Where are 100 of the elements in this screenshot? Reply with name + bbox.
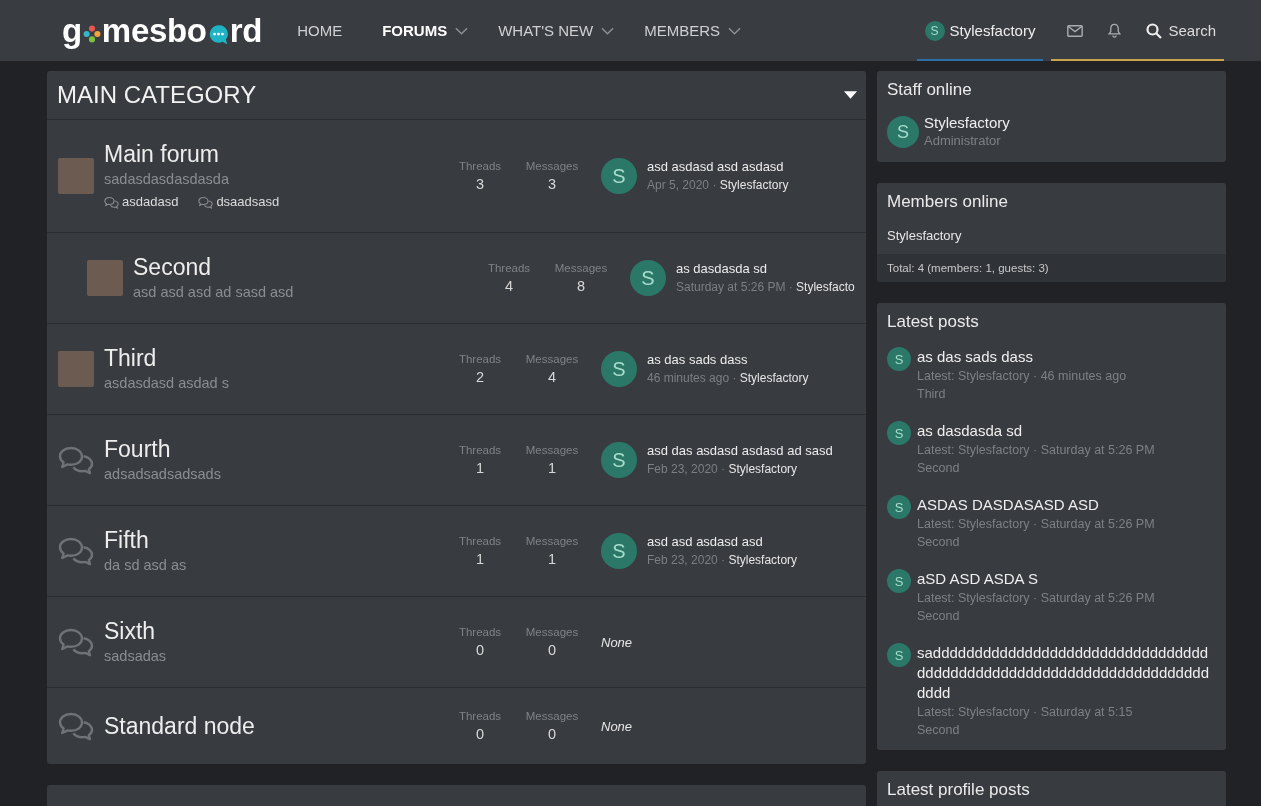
- user-avatar: S: [887, 643, 911, 667]
- post-title-link[interactable]: as das sads dass: [917, 347, 1033, 367]
- user-avatar: S: [924, 20, 945, 41]
- photo-placeholder: [58, 351, 94, 387]
- stat-label: Threads: [458, 159, 502, 174]
- user-avatar: S: [601, 533, 637, 569]
- stat-value: 3: [475, 175, 485, 194]
- stat-label: Messages: [525, 159, 579, 174]
- chat-bubbles-icon: [58, 536, 94, 566]
- stat-value: 1: [547, 550, 557, 569]
- stat-label: Messages: [525, 443, 579, 458]
- user-menu[interactable]: S Stylesfactory: [916, 0, 1044, 61]
- stat-label: Threads: [487, 261, 531, 276]
- stat-value: 0: [475, 725, 485, 744]
- envelope-icon: [1067, 24, 1084, 37]
- user-avatar: S: [887, 421, 911, 445]
- stat-value: 1: [547, 459, 557, 478]
- search-button[interactable]: Search: [1134, 22, 1216, 39]
- author-link[interactable]: Stylesfacto: [796, 280, 855, 294]
- last-post-title[interactable]: as das sads dass: [647, 351, 748, 369]
- last-post-meta: Feb 23, 2020 · Stylesfactory: [647, 461, 798, 478]
- stat-label: Threads: [458, 534, 502, 549]
- bell-icon: [1107, 23, 1123, 38]
- author-link[interactable]: Stylesfactory: [728, 553, 798, 567]
- member-link[interactable]: Stylesfactory: [924, 113, 1010, 132]
- logo-text: rd: [229, 14, 263, 47]
- post-meta: Latest: Stylesfactory · Saturday at 5:26 PM: [917, 590, 1155, 607]
- stat-label: Messages: [525, 625, 579, 640]
- forum-title[interactable]: Third: [104, 344, 157, 372]
- stat-label: Threads: [458, 352, 502, 367]
- user-avatar: S: [601, 351, 637, 387]
- last-post-meta: Apr 5, 2020 · Stylesfactory: [647, 177, 789, 194]
- forum-description: sadasdasdasdasda: [104, 170, 229, 189]
- forum-title[interactable]: Fourth: [104, 435, 171, 463]
- panel-title: Latest profile posts: [887, 780, 1030, 799]
- forum-title[interactable]: Standard node: [104, 712, 255, 740]
- last-post-title[interactable]: asd asd asdasd asd: [647, 533, 763, 551]
- stat-value: 0: [475, 641, 485, 660]
- post-title-link[interactable]: aSD ASD ASDA S: [917, 569, 1038, 589]
- last-post-title[interactable]: asd asdasd asd asdasd: [647, 158, 784, 176]
- caret-down-icon[interactable]: [844, 91, 857, 99]
- category-title[interactable]: MAIN CATEGORY: [57, 81, 257, 109]
- post-meta: Latest: Stylesfactory · Saturday at 5:15: [917, 704, 1133, 721]
- stat-label: Messages: [554, 261, 608, 276]
- nav-tab[interactable]: HOME: [297, 0, 368, 61]
- post-meta: Latest: Stylesfactory · 46 minutes ago: [917, 368, 1127, 385]
- stat-value: 1: [475, 550, 485, 569]
- stat-value: 4: [504, 277, 514, 296]
- stat-label: Messages: [525, 534, 579, 549]
- forum-description: adsadsadsadsads: [104, 465, 221, 484]
- chat-bubbles-icon: [198, 195, 214, 209]
- user-avatar: S: [601, 442, 637, 478]
- online-total: Total: 4 (members: 1, guests: 3): [877, 254, 1226, 282]
- post-title-link[interactable]: ASDAS DASDASASD ASD: [917, 495, 1099, 515]
- panel-title: Staff online: [887, 80, 972, 99]
- nav-tab[interactable]: MEMBERS: [629, 0, 757, 61]
- post-title-link[interactable]: as dasdasda sd: [917, 421, 1023, 441]
- chat-bubbles-icon: [104, 195, 119, 209]
- post-meta: Latest: Stylesfactory · Saturday at 5:26 PM: [917, 516, 1155, 533]
- stat-value: 3: [547, 175, 557, 194]
- forum-description: asd asd asd ad sasd asd: [133, 283, 294, 302]
- nav-tab[interactable]: WHAT'S NEW: [483, 0, 630, 61]
- no-last-post: None: [601, 718, 633, 734]
- logo-text: mesbo: [101, 14, 207, 47]
- stat-label: Messages: [525, 709, 579, 724]
- chat-bubble-icon: [207, 23, 229, 45]
- last-post-meta: Saturday at 5:26 PM · Stylesfacto: [676, 279, 855, 296]
- logo-text: g: [62, 14, 82, 47]
- post-title-link[interactable]: sadddddddddddddddddddddddddddddddddddddddddddddddddddddddddddddddddddddddd: [917, 643, 1216, 703]
- member-link[interactable]: Stylesfactory: [887, 227, 962, 245]
- user-avatar: S: [887, 569, 911, 593]
- author-link[interactable]: Stylesfactory: [739, 371, 809, 385]
- author-link[interactable]: Stylesfactory: [728, 462, 798, 476]
- user-avatar: S: [630, 260, 666, 296]
- stat-value: 0: [547, 725, 557, 744]
- forum-description: da sd asd as: [104, 556, 187, 575]
- subforum-link[interactable]: dsaadsasd: [198, 192, 280, 212]
- stat-label: Messages: [525, 352, 579, 367]
- user-avatar: S: [601, 158, 637, 194]
- forum-title[interactable]: Main forum: [104, 140, 220, 168]
- forum-title[interactable]: Second: [133, 253, 211, 281]
- user-avatar: S: [887, 495, 911, 519]
- panel-title: Members online: [887, 192, 1008, 211]
- search-icon: [1146, 22, 1163, 39]
- stat-value: 0: [547, 641, 557, 660]
- forum-description: asdasdasd asdad s: [104, 374, 229, 393]
- forum-title[interactable]: Fifth: [104, 526, 149, 554]
- forum-title[interactable]: Sixth: [104, 617, 156, 645]
- last-post-meta: 46 minutes ago · Stylesfactory: [647, 370, 809, 387]
- stat-value: 1: [475, 459, 485, 478]
- stat-value: 2: [475, 368, 485, 387]
- nav-tab[interactable]: FORUMS: [367, 0, 484, 61]
- subforum-link[interactable]: asdadasd: [104, 192, 179, 212]
- chat-bubbles-icon: [58, 627, 94, 657]
- last-post-title[interactable]: asd das asdasd asdasd ad sasd: [647, 442, 833, 460]
- stat-value: 8: [576, 277, 586, 296]
- author-link[interactable]: Stylesfactory: [719, 178, 789, 192]
- member-role: Administrator: [924, 132, 1001, 150]
- post-meta: Latest: Stylesfactory · Saturday at 5:26 PM: [917, 442, 1155, 459]
- last-post-title[interactable]: as dasdasda sd: [676, 260, 768, 278]
